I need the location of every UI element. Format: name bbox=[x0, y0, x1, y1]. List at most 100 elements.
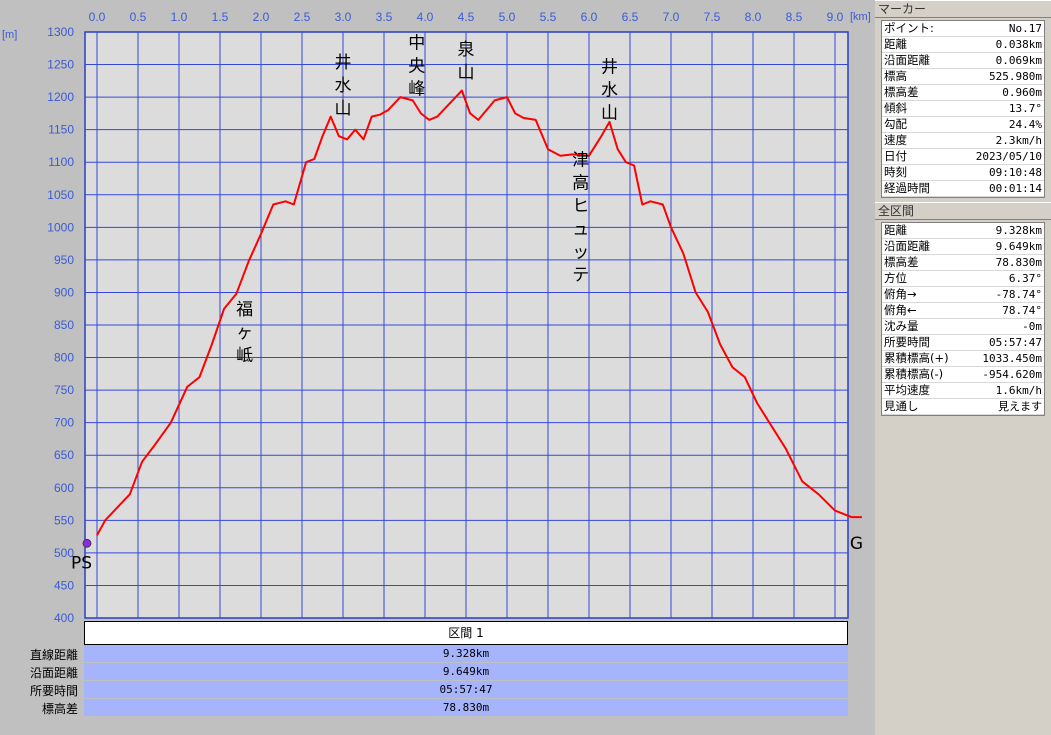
x-tick-label: 5.0 bbox=[499, 10, 516, 24]
total-row: 距離 9.328km bbox=[882, 223, 1044, 239]
y-tick-label: 650 bbox=[54, 448, 74, 462]
total-value: 9.649km bbox=[995, 240, 1042, 253]
annotation-char: 山 bbox=[335, 99, 352, 119]
annotation-char: 央 bbox=[408, 56, 425, 76]
y-tick-label: 550 bbox=[54, 513, 74, 527]
marker-key: 勾配 bbox=[884, 117, 907, 131]
y-tick-labels: 4004505005506006507007508008509009501000… bbox=[47, 25, 74, 625]
total-key: 距離 bbox=[884, 223, 907, 237]
total-key: 標高差 bbox=[884, 255, 919, 269]
total-key: 俯角← bbox=[884, 303, 917, 317]
total-row: 累積標高(+) 1033.450m bbox=[882, 351, 1044, 367]
total-key: 沈み量 bbox=[884, 319, 919, 333]
row-label-straight-distance: 直線距離 bbox=[29, 648, 78, 662]
marker-key: 標高差 bbox=[884, 85, 919, 99]
total-value: 78.830m bbox=[995, 256, 1042, 269]
y-tick-label: 800 bbox=[54, 351, 74, 365]
goal-label: G bbox=[850, 534, 863, 554]
y-tick-label: 600 bbox=[54, 481, 74, 495]
position-marker-icon[interactable] bbox=[82, 538, 92, 548]
x-axis-unit: [km] bbox=[850, 11, 871, 23]
start-label: PS bbox=[71, 553, 92, 573]
row-label-time: 所要時間 bbox=[29, 684, 78, 698]
y-tick-label: 1050 bbox=[47, 188, 74, 202]
x-tick-labels: 0.0 0.5 1.0 1.5 2.0 2.5 3.0 3.5 4.0 4.5 5.0 5.5 6.0 6… bbox=[89, 10, 844, 24]
annotation-char: 水 bbox=[601, 80, 618, 100]
y-tick-label: 450 bbox=[54, 578, 74, 592]
total-row: 所要時間 05:57:47 bbox=[882, 335, 1044, 351]
section-value-straight-distance: 9.328km bbox=[84, 645, 848, 663]
total-row: 累積標高(-) -954.620m bbox=[882, 367, 1044, 383]
total-value: 9.328km bbox=[995, 224, 1042, 237]
total-key: 俯角→ bbox=[884, 287, 917, 301]
marker-row: 時刻 09:10:48 bbox=[882, 165, 1044, 181]
info-sidebar: マーカー ポイント: No.17 距離 0.038km 沿面距離 0.069km 標高… bbox=[875, 0, 1051, 735]
annotation-char: 高 bbox=[572, 173, 589, 193]
annotation-char: ュ bbox=[572, 219, 589, 239]
x-tick-label: 1.5 bbox=[212, 10, 229, 24]
marker-key: 日付 bbox=[884, 149, 907, 163]
section-value-surface-distance: 9.649km bbox=[84, 663, 848, 681]
total-value: -78.74° bbox=[995, 288, 1042, 301]
annotation-char: 中 bbox=[408, 33, 425, 53]
marker-row: 標高差 0.960m bbox=[882, 85, 1044, 101]
peak-annotation: 福ヶ岻 bbox=[236, 300, 253, 366]
marker-key: 傾斜 bbox=[884, 101, 907, 115]
total-row: 沈み量 -0m bbox=[882, 319, 1044, 335]
annotation-char: 山 bbox=[601, 103, 618, 123]
annotation-char: 泉 bbox=[458, 40, 475, 60]
marker-row: 速度 2.3km/h bbox=[882, 133, 1044, 149]
section-value-elevation-diff: 78.830m bbox=[84, 699, 848, 717]
x-tick-label: 4.5 bbox=[458, 10, 475, 24]
total-value: 1033.450m bbox=[982, 352, 1042, 365]
total-panel-title: 全区間 bbox=[875, 202, 1051, 220]
marker-value: 09:10:48 bbox=[989, 166, 1042, 179]
x-tick-label: 3.5 bbox=[376, 10, 393, 24]
y-tick-label: 700 bbox=[54, 416, 74, 430]
total-value: 見えます bbox=[998, 400, 1042, 413]
x-tick-label: 2.5 bbox=[294, 10, 311, 24]
section-title[interactable]: 区間 1 bbox=[84, 621, 848, 645]
marker-row: 傾斜 13.7° bbox=[882, 101, 1044, 117]
total-row: 俯角← 78.74° bbox=[882, 303, 1044, 319]
x-tick-label: 4.0 bbox=[417, 10, 434, 24]
marker-value: 0.960m bbox=[1002, 86, 1042, 99]
marker-panel-table: ポイント: No.17 距離 0.038km 沿面距離 0.069km 標高 525.9… bbox=[881, 20, 1045, 198]
marker-value: 13.7° bbox=[1008, 102, 1042, 115]
marker-value: 2.3km/h bbox=[995, 134, 1042, 147]
marker-key: ポイント: bbox=[884, 21, 934, 35]
marker-row: 距離 0.038km bbox=[882, 37, 1044, 53]
total-key: 方位 bbox=[884, 271, 907, 285]
x-tick-label: 5.5 bbox=[540, 10, 557, 24]
annotation-char: 峰 bbox=[408, 79, 425, 99]
total-key: 平均速度 bbox=[884, 383, 930, 397]
x-tick-label: 7.0 bbox=[663, 10, 680, 24]
y-tick-label: 900 bbox=[54, 285, 74, 299]
marker-value: 00:01:14 bbox=[989, 182, 1042, 195]
annotation-char: 水 bbox=[335, 76, 352, 96]
marker-row: 沿面距離 0.069km bbox=[882, 53, 1044, 69]
marker-value: 0.038km bbox=[995, 38, 1042, 51]
total-key: 累積標高(-) bbox=[884, 367, 944, 381]
x-tick-label: 6.0 bbox=[581, 10, 598, 24]
x-tick-label: 7.5 bbox=[704, 10, 721, 24]
marker-value: 0.069km bbox=[995, 54, 1042, 67]
total-row: 沿面距離 9.649km bbox=[882, 239, 1044, 255]
total-value: -954.620m bbox=[982, 368, 1042, 381]
marker-key: 標高 bbox=[884, 69, 907, 83]
total-value: 05:57:47 bbox=[989, 336, 1042, 349]
marker-value: 24.4% bbox=[1008, 118, 1042, 131]
annotation-char: テ bbox=[572, 265, 589, 285]
total-row: 見通し 見えます bbox=[882, 399, 1044, 415]
y-tick-label: 1200 bbox=[47, 90, 74, 104]
peak-annotation: 中央峰 bbox=[408, 33, 425, 99]
row-label-surface-distance: 沿面距離 bbox=[29, 666, 78, 680]
total-key: 沿面距離 bbox=[884, 239, 930, 253]
total-value: 1.6km/h bbox=[995, 384, 1042, 397]
y-tick-label: 400 bbox=[54, 611, 74, 625]
marker-key: 速度 bbox=[884, 133, 907, 147]
annotation-char: ッ bbox=[572, 242, 589, 262]
annotation-char: 山 bbox=[458, 63, 475, 83]
total-row: 平均速度 1.6km/h bbox=[882, 383, 1044, 399]
total-panel-table: 距離 9.328km 沿面距離 9.649km 標高差 78.830m 方位 6.37°… bbox=[881, 222, 1045, 416]
